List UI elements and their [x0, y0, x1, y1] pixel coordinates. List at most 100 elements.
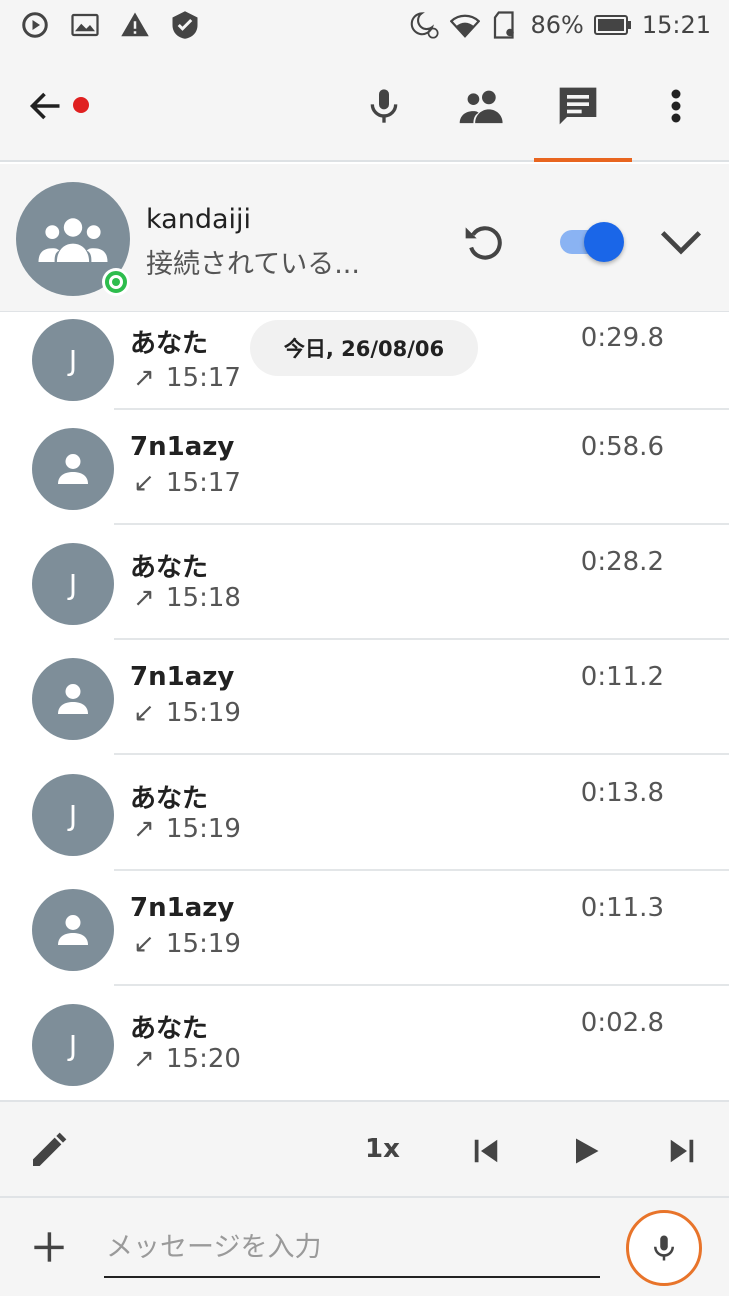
sender-name: 7n1azy — [130, 662, 235, 692]
channel-status: 接続されている... — [146, 249, 360, 280]
message-row[interactable]: J あなた ↗ 15:18 0:28.2 — [0, 525, 729, 640]
microphone-button[interactable] — [358, 80, 410, 132]
date-chip: 今日, 26/08/06 — [250, 320, 478, 376]
message-time: 15:19 — [166, 929, 241, 959]
play-icon — [576, 1138, 599, 1164]
warning-icon — [120, 10, 150, 40]
playback-speed-button[interactable]: 1x — [365, 1134, 400, 1164]
message-duration: 0:11.2 — [580, 662, 664, 692]
incoming-arrow-icon: ↙ — [133, 468, 155, 498]
unread-indicator — [73, 97, 89, 113]
sender-name: あなた — [130, 329, 209, 359]
status-bar: 86% 15:21 — [0, 0, 729, 50]
outgoing-arrow-icon: ↗ — [133, 814, 155, 844]
people-icon — [459, 90, 503, 124]
message-time: 15:18 — [166, 583, 241, 613]
status-bar-right: 86% 15:21 — [410, 10, 711, 40]
connection-toggle[interactable] — [560, 222, 624, 262]
avatar: J — [32, 1004, 114, 1086]
people-button[interactable] — [456, 80, 508, 132]
toggle-thumb — [584, 222, 624, 262]
refresh-icon — [465, 226, 502, 260]
app-bar — [0, 50, 729, 162]
skip-previous-icon — [474, 1139, 498, 1163]
more-options-button[interactable] — [650, 80, 702, 132]
outgoing-arrow-icon: ↗ — [133, 363, 155, 393]
message-list[interactable]: J あなた ↗ 15:17 0:29.8 今日, 26/08/06 7n1azy … — [0, 312, 729, 1100]
plus-icon — [34, 1232, 64, 1262]
back-button[interactable] — [26, 86, 66, 126]
group-icon — [38, 218, 108, 262]
expand-button[interactable] — [654, 216, 708, 268]
message-meta: ↙ 15:19 — [132, 698, 241, 728]
arrow-left-icon — [29, 92, 60, 120]
channel-header: kandaiji 接続されている... — [0, 164, 729, 312]
message-row[interactable]: J あなた ↗ 15:20 0:02.8 — [0, 986, 729, 1100]
message-input-bar — [0, 1198, 729, 1296]
person-icon — [58, 915, 88, 945]
incoming-arrow-icon: ↙ — [133, 929, 155, 959]
playback-bar: 1x — [0, 1100, 729, 1198]
skip-next-icon — [670, 1139, 694, 1163]
avatar — [32, 658, 114, 740]
message-row[interactable]: J あなた ↗ 15:19 0:13.8 — [0, 756, 729, 871]
sender-name: 7n1azy — [130, 432, 235, 462]
outgoing-arrow-icon: ↗ — [133, 583, 155, 613]
sd-card-icon — [490, 10, 520, 40]
reconnect-button[interactable] — [458, 216, 510, 268]
message-time: 15:17 — [166, 363, 241, 393]
incoming-arrow-icon: ↙ — [133, 698, 155, 728]
previous-button[interactable] — [462, 1127, 510, 1175]
message-duration: 0:58.6 — [580, 432, 664, 462]
shield-check-icon — [170, 10, 200, 40]
battery-icon — [593, 10, 632, 40]
message-duration: 0:11.3 — [580, 893, 664, 923]
avatar — [32, 428, 114, 510]
sender-name: 7n1azy — [130, 893, 235, 923]
person-icon — [58, 684, 88, 714]
status-bar-left — [20, 10, 200, 40]
message-meta: ↗ 15:17 — [132, 363, 241, 393]
avatar: J — [32, 774, 114, 856]
message-input[interactable] — [104, 1218, 600, 1278]
record-button[interactable] — [626, 1210, 702, 1286]
play-button[interactable] — [562, 1127, 610, 1175]
message-duration: 0:02.8 — [580, 1008, 664, 1038]
sender-name: あなた — [130, 784, 209, 814]
image-icon — [70, 10, 100, 40]
message-row[interactable]: 7n1azy ↙ 15:17 0:58.6 — [0, 410, 729, 525]
message-time: 15:19 — [166, 814, 241, 844]
clock: 15:21 — [641, 11, 711, 39]
chevron-down-icon — [660, 231, 702, 255]
wifi-icon — [450, 10, 481, 40]
next-button[interactable] — [658, 1127, 706, 1175]
more-vert-icon — [671, 89, 681, 123]
outgoing-arrow-icon: ↗ — [133, 1044, 155, 1074]
sync-icon — [20, 10, 50, 40]
chat-tab[interactable] — [552, 80, 604, 132]
online-indicator — [102, 268, 130, 296]
channel-name: kandaiji — [146, 204, 252, 235]
message-duration: 0:28.2 — [580, 547, 664, 577]
message-meta: ↗ 15:20 — [132, 1044, 241, 1074]
message-meta: ↙ 15:19 — [132, 929, 241, 959]
message-row[interactable]: 7n1azy ↙ 15:19 0:11.3 — [0, 871, 729, 986]
edit-button[interactable] — [24, 1127, 72, 1175]
row-divider — [114, 753, 729, 755]
sender-name: あなた — [130, 1014, 209, 1044]
message-time: 15:20 — [166, 1044, 241, 1074]
pencil-icon — [33, 1132, 67, 1166]
do-not-disturb-alarm-icon — [410, 10, 440, 40]
person-icon — [58, 454, 88, 484]
avatar: J — [32, 319, 114, 401]
avatar: J — [32, 543, 114, 625]
microphone-icon — [654, 1235, 674, 1261]
message-meta: ↗ 15:19 — [132, 814, 241, 844]
message-duration: 0:13.8 — [580, 778, 664, 808]
message-row[interactable]: 7n1azy ↙ 15:19 0:11.2 — [0, 640, 729, 755]
attach-button[interactable] — [26, 1224, 72, 1270]
active-tab-indicator — [534, 158, 632, 162]
microphone-icon — [370, 89, 398, 123]
sender-name: あなた — [130, 553, 209, 583]
message-time: 15:17 — [166, 468, 241, 498]
